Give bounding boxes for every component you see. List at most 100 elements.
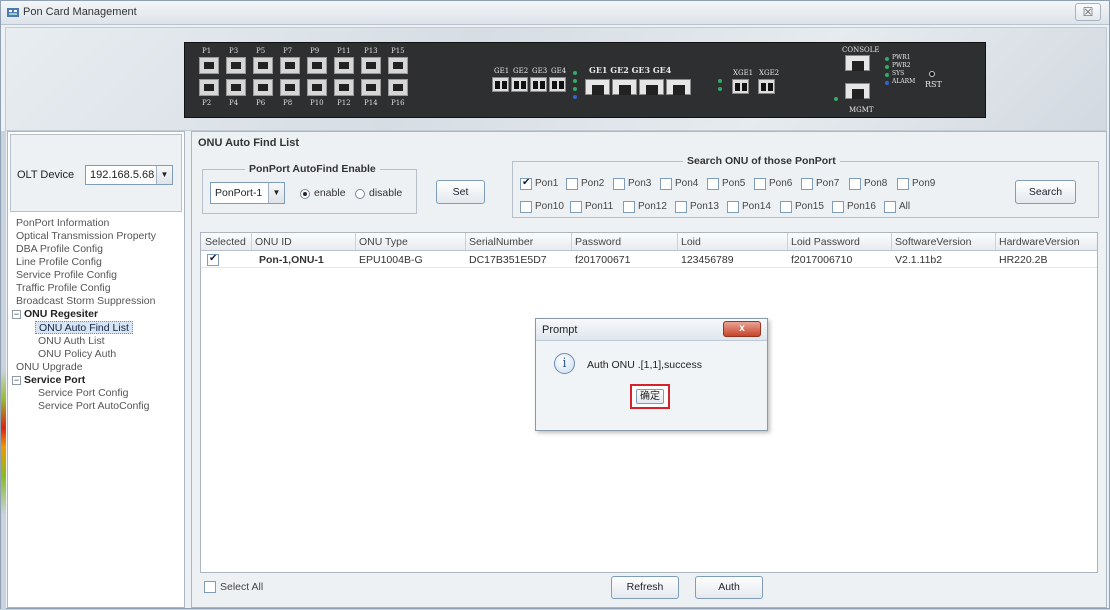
search-port-checkbox[interactable] xyxy=(780,201,792,213)
set-button[interactable]: Set xyxy=(436,180,485,204)
table-row[interactable]: Pon-1,ONU-1 EPU1004B-G DC17B351E5D7 f201… xyxy=(201,252,1097,268)
column-header[interactable]: Password xyxy=(575,236,621,248)
ge-sfp-port-3[interactable] xyxy=(530,77,547,92)
search-port-checkbox[interactable] xyxy=(849,178,861,190)
column-header[interactable]: ONU ID xyxy=(255,236,292,248)
pon-port-13[interactable] xyxy=(361,57,381,74)
nav-item-service-port-autoconfig[interactable]: Service Port AutoConfig xyxy=(38,400,149,413)
ge-sfp-port-4[interactable] xyxy=(549,77,566,92)
collapse-icon[interactable]: − xyxy=(12,310,21,319)
nav-item-traffic-profile[interactable]: Traffic Profile Config xyxy=(16,282,111,295)
ge-rj-port-4[interactable] xyxy=(666,79,691,95)
search-port-checkbox[interactable] xyxy=(754,178,766,190)
column-header[interactable]: Loid xyxy=(681,236,701,248)
pon-port-11[interactable] xyxy=(334,57,354,74)
nav-item-onu-auto-find-list[interactable]: ONU Auto Find List xyxy=(35,321,133,334)
enable-radio[interactable] xyxy=(300,189,310,199)
column-divider[interactable] xyxy=(891,233,892,251)
pon-port-9[interactable] xyxy=(307,57,327,74)
ge-rj-port-1[interactable] xyxy=(585,79,610,95)
dialog-close-button[interactable]: x xyxy=(723,321,761,337)
nav-item-line-profile[interactable]: Line Profile Config xyxy=(16,256,102,269)
search-port-label: Pon7 xyxy=(816,178,840,189)
search-button[interactable]: Search xyxy=(1015,180,1076,204)
search-port-checkbox[interactable] xyxy=(801,178,813,190)
nav-item-onu-policy-auth[interactable]: ONU Policy Auth xyxy=(38,348,116,361)
ok-button[interactable]: 确定 xyxy=(636,389,664,404)
auth-button[interactable]: Auth xyxy=(695,576,763,599)
search-port-label: Pon14 xyxy=(742,201,771,212)
search-port-checkbox[interactable] xyxy=(727,201,739,213)
select-all-checkbox[interactable] xyxy=(204,581,216,593)
collapse-icon[interactable]: − xyxy=(12,376,21,385)
column-divider[interactable] xyxy=(995,233,996,251)
column-divider[interactable] xyxy=(677,233,678,251)
column-header[interactable]: SoftwareVersion xyxy=(895,236,971,248)
nav-item-broadcast-storm[interactable]: Broadcast Storm Suppression xyxy=(16,295,155,308)
search-port-checkbox[interactable] xyxy=(832,201,844,213)
pon-port-1[interactable] xyxy=(199,57,219,74)
search-port-checkbox[interactable] xyxy=(623,201,635,213)
pon-port-15[interactable] xyxy=(388,57,408,74)
chevron-down-icon[interactable]: ▼ xyxy=(268,183,284,203)
search-port-checkbox[interactable] xyxy=(566,178,578,190)
pon-port-6[interactable] xyxy=(253,79,273,96)
search-port-checkbox[interactable] xyxy=(570,201,582,213)
search-port-checkbox[interactable] xyxy=(520,201,532,213)
olt-device-value: 192.168.5.68 xyxy=(90,169,155,181)
column-header[interactable]: SerialNumber xyxy=(469,236,533,248)
pon-port-16[interactable] xyxy=(388,79,408,96)
ge-rj-port-2[interactable] xyxy=(612,79,637,95)
search-port-checkbox[interactable] xyxy=(707,178,719,190)
olt-device-select[interactable]: 192.168.5.68 ▼ xyxy=(85,165,173,185)
search-port-checkbox[interactable] xyxy=(897,178,909,190)
column-divider[interactable] xyxy=(465,233,466,251)
console-port[interactable] xyxy=(845,55,870,71)
nav-item-ponport-information[interactable]: PonPort Information xyxy=(16,217,109,230)
mgmt-port[interactable] xyxy=(845,83,870,99)
search-port-checkbox[interactable] xyxy=(675,201,687,213)
nav-item-onu-auth-list[interactable]: ONU Auth List xyxy=(38,335,105,348)
column-divider[interactable] xyxy=(787,233,788,251)
xge-port-1[interactable] xyxy=(732,79,749,94)
nav-item-optical-transmission[interactable]: Optical Transmission Property xyxy=(16,230,156,243)
column-divider[interactable] xyxy=(571,233,572,251)
column-header[interactable]: ONU Type xyxy=(359,236,408,248)
column-divider[interactable] xyxy=(251,233,252,251)
ge-sfp-port-2[interactable] xyxy=(511,77,528,92)
search-port-checkbox[interactable] xyxy=(520,177,532,190)
pon-port-2[interactable] xyxy=(199,79,219,96)
pon-port-14[interactable] xyxy=(361,79,381,96)
reset-button[interactable] xyxy=(929,71,935,77)
search-port-checkbox[interactable] xyxy=(613,178,625,190)
nav-item-onu-upgrade[interactable]: ONU Upgrade xyxy=(16,361,83,374)
window-close-button[interactable]: ☒ xyxy=(1075,3,1101,21)
nav-item-dba-profile[interactable]: DBA Profile Config xyxy=(16,243,103,256)
port-label: P14 xyxy=(364,99,378,107)
pon-port-10[interactable] xyxy=(307,79,327,96)
column-header[interactable]: HardwareVersion xyxy=(999,236,1080,248)
pon-port-8[interactable] xyxy=(280,79,300,96)
chevron-down-icon[interactable]: ▼ xyxy=(156,166,172,184)
pon-port-3[interactable] xyxy=(226,57,246,74)
nav-group-service-port[interactable]: Service Port xyxy=(24,374,85,387)
search-port-checkbox[interactable] xyxy=(884,201,896,213)
pon-port-5[interactable] xyxy=(253,57,273,74)
pon-port-7[interactable] xyxy=(280,57,300,74)
nav-item-service-profile[interactable]: Service Profile Config xyxy=(16,269,117,282)
column-header[interactable]: Selected xyxy=(205,236,246,248)
column-header[interactable]: Loid Password xyxy=(791,236,860,248)
ge-rj-port-3[interactable] xyxy=(639,79,664,95)
row-select-checkbox[interactable] xyxy=(207,253,219,266)
ge-sfp-port-1[interactable] xyxy=(492,77,509,92)
nav-item-service-port-config[interactable]: Service Port Config xyxy=(38,387,128,400)
nav-group-onu-regesiter[interactable]: ONU Regesiter xyxy=(24,308,98,321)
pon-port-12[interactable] xyxy=(334,79,354,96)
search-port-checkbox[interactable] xyxy=(660,178,672,190)
disable-radio[interactable] xyxy=(355,189,365,199)
ponport-select[interactable]: PonPort-1 ▼ xyxy=(210,182,285,204)
column-divider[interactable] xyxy=(355,233,356,251)
xge-port-2[interactable] xyxy=(758,79,775,94)
pon-port-4[interactable] xyxy=(226,79,246,96)
refresh-button[interactable]: Refresh xyxy=(611,576,679,599)
